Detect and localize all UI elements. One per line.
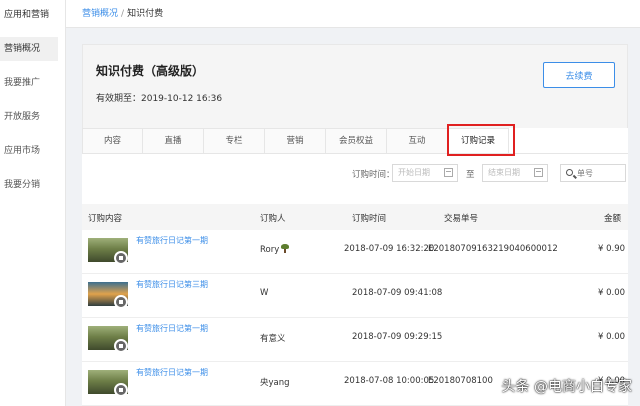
end-date-placeholder: 结束日期 [488, 168, 520, 177]
sidebar-item-distribution[interactable]: 我要分销 [0, 173, 58, 197]
sidebar-item-marketing-overview[interactable]: 营销概况 [0, 37, 58, 61]
start-date-placeholder: 开始日期 [398, 168, 430, 177]
column-header-amount: 金额 [604, 214, 622, 224]
buyer-name: Rory [260, 244, 290, 255]
buyer-name: 有意义 [260, 334, 286, 344]
table-header: 订购内容 订购人 订购时间 交易单号 金额 [82, 204, 628, 230]
renew-button[interactable]: 去续费 [543, 62, 615, 88]
breadcrumb: 营销概况 / 知识付费 [82, 6, 163, 19]
sidebar-item-app-market[interactable]: 应用市场 [0, 139, 58, 163]
order-time: 2018-07-09 16:32:20 [344, 244, 435, 254]
tab-member-benefits[interactable]: 会员权益 [326, 128, 387, 154]
sidebar-item-open-services[interactable]: 开放服务 [0, 105, 58, 129]
breadcrumb-parent-link[interactable]: 营销概况 [82, 9, 118, 19]
tab-column[interactable]: 专栏 [204, 128, 265, 154]
content-title-link[interactable]: 有赞旅行日记第一期 [136, 323, 208, 334]
sidebar-item-promotion[interactable]: 我要推广 [0, 71, 58, 95]
expiry-date: 有效期至：2019-10-12 16:36 [96, 94, 223, 104]
search-input[interactable] [577, 167, 623, 179]
buyer-name-text: Rory [260, 245, 280, 255]
start-date-input[interactable]: 开始日期 [392, 164, 458, 182]
column-header-order-no: 交易单号 [444, 214, 479, 224]
tab-content[interactable]: 内容 [82, 128, 143, 154]
date-range-separator: 至 [466, 170, 475, 180]
column-header-time: 订购时间 [352, 214, 387, 224]
content-panel: 内容 直播 专栏 营销 会员权益 互动 订购记录 订购时间： 开始日期 至 结束… [82, 124, 628, 406]
content-thumbnail [88, 370, 128, 397]
audio-badge-icon [114, 295, 128, 309]
end-date-input[interactable]: 结束日期 [482, 164, 548, 182]
sidebar: 应用和营销 营销概况 我要推广 开放服务 应用市场 我要分销 [0, 0, 66, 406]
content-thumbnail [88, 326, 128, 353]
order-amount: ¥ 0.00 [598, 332, 626, 342]
top-bar: 营销概况 / 知识付费 [66, 0, 640, 28]
sidebar-title: 应用和营销 [4, 10, 50, 20]
column-header-content: 订购内容 [88, 214, 123, 224]
content-title-link[interactable]: 有赞旅行日记第一期 [136, 367, 208, 378]
content-thumbnail [88, 282, 128, 309]
buyer-name: 央yang [260, 378, 290, 388]
column-header-buyer: 订购人 [260, 214, 286, 224]
calendar-icon [534, 168, 543, 177]
order-number-search[interactable] [560, 164, 626, 182]
table-row: 有赞旅行日记第一期 有意义 2018-07-09 09:29:15 ¥ 0.00 [82, 318, 628, 362]
content-title-link[interactable]: 有赞旅行日记第三期 [136, 279, 208, 290]
calendar-icon [444, 168, 453, 177]
page-title: 知识付费（高级版） [96, 64, 205, 78]
breadcrumb-current: 知识付费 [127, 9, 164, 19]
plant-emoji-icon [281, 244, 290, 253]
content-thumbnail [88, 238, 128, 265]
tab-marketing[interactable]: 营销 [265, 128, 326, 154]
tab-interaction[interactable]: 互动 [387, 128, 448, 154]
order-time-label: 订购时间： [352, 170, 395, 180]
order-number: E20180709163219040600012 [428, 244, 558, 254]
audio-badge-icon [114, 251, 128, 265]
breadcrumb-separator: / [121, 9, 125, 19]
tab-order-records[interactable]: 订购记录 [448, 128, 509, 154]
watermark-text: 头条 @电商小白专家 [501, 379, 632, 395]
order-amount: ¥ 0.90 [598, 244, 626, 254]
buyer-name: W [260, 288, 269, 298]
main-area: 知识付费（高级版） 有效期至：2019-10-12 16:36 去续费 内容 直… [66, 28, 640, 406]
order-time: 2018-07-09 09:41:08 [352, 288, 443, 298]
search-icon [566, 169, 573, 176]
audio-badge-icon [114, 339, 128, 353]
order-time: 2018-07-09 09:29:15 [352, 332, 443, 342]
order-time: 2018-07-08 10:00:05 [344, 376, 435, 386]
audio-badge-icon [114, 383, 128, 397]
order-number: E20180708100 [428, 376, 493, 386]
order-amount: ¥ 0.00 [598, 288, 626, 298]
product-header-card: 知识付费（高级版） 有效期至：2019-10-12 16:36 去续费 [82, 44, 628, 138]
table-row: 有赞旅行日记第三期 W 2018-07-09 09:41:08 ¥ 0.00 [82, 274, 628, 318]
tab-bar: 内容 直播 专栏 营销 会员权益 互动 订购记录 [82, 128, 628, 154]
tab-live[interactable]: 直播 [143, 128, 204, 154]
content-title-link[interactable]: 有赞旅行日记第一期 [136, 235, 208, 246]
table-row: 有赞旅行日记第一期 Rory 2018-07-09 16:32:20 E2018… [82, 230, 628, 274]
